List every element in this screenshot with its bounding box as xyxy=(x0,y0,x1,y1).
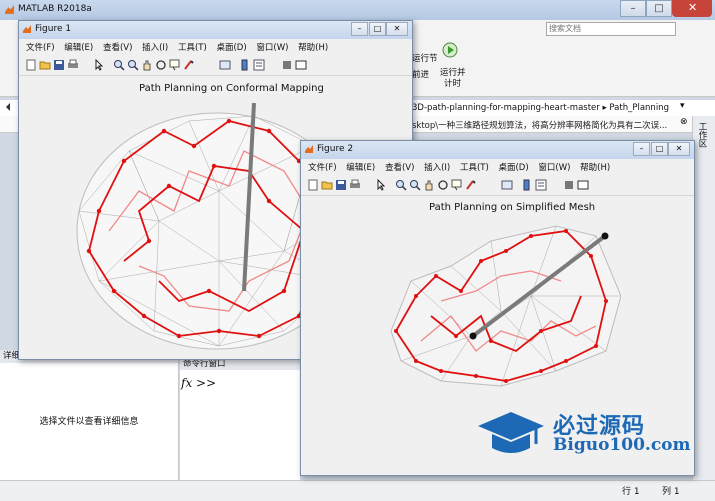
figure2-mesh-plot[interactable] xyxy=(381,221,621,391)
dock-icon[interactable] xyxy=(295,59,307,71)
path-warning-text: sktop\一种三维路径规划算法，将高分辨率网格简化为具有二次误... xyxy=(412,121,668,131)
figure2-close-button[interactable]: ✕ xyxy=(668,142,690,156)
current-folder-path[interactable]: 3D-path-planning-for-mapping-heart-maste… xyxy=(412,103,669,113)
open-file-icon[interactable] xyxy=(39,59,51,71)
menu-view[interactable]: 查看(V) xyxy=(385,161,414,176)
menu-insert[interactable]: 插入(I) xyxy=(142,41,168,56)
figure1-title: Figure 1 xyxy=(35,24,72,34)
save-icon[interactable] xyxy=(335,179,347,191)
figure1-logo-icon xyxy=(23,25,31,33)
link-plot-icon[interactable] xyxy=(219,59,231,71)
matlab-logo-icon xyxy=(5,5,14,14)
new-figure-icon[interactable] xyxy=(307,179,319,191)
main-titlebar xyxy=(0,0,715,20)
window-title: MATLAB R2018a xyxy=(18,4,92,14)
maximize-button[interactable]: □ xyxy=(646,0,672,17)
dock-icon[interactable] xyxy=(577,179,589,191)
figure1-minimize-button[interactable]: – xyxy=(351,22,368,36)
menu-file[interactable]: 文件(F) xyxy=(308,161,337,176)
open-file-icon[interactable] xyxy=(321,179,333,191)
menu-view[interactable]: 查看(V) xyxy=(103,41,132,56)
menu-desktop[interactable]: 桌面(D) xyxy=(498,161,528,176)
pan-icon[interactable] xyxy=(141,59,153,71)
close-icon: ✕ xyxy=(688,1,698,14)
zoom-out-icon[interactable] xyxy=(127,59,139,71)
workspace-tab[interactable]: 工作区 xyxy=(696,122,708,148)
warning-close-icon[interactable]: ⊗ xyxy=(680,117,688,127)
brush-icon[interactable] xyxy=(465,179,477,191)
figure2-minimize-button[interactable]: – xyxy=(633,142,650,156)
figure2-menubar: 文件(F) 编辑(E) 查看(V) 插入(I) 工具(T) 桌面(D) 窗口(W… xyxy=(301,161,694,176)
zoom-out-icon[interactable] xyxy=(409,179,421,191)
status-row: 行 1 xyxy=(622,487,640,497)
menu-file[interactable]: 文件(F) xyxy=(26,41,55,56)
menu-help[interactable]: 帮助(H) xyxy=(298,41,328,56)
run-section-label[interactable]: 运行节 xyxy=(412,52,438,64)
new-figure-icon[interactable] xyxy=(25,59,37,71)
pointer-icon[interactable] xyxy=(93,59,105,71)
watermark-domain: Biguo100.com xyxy=(553,435,691,455)
brush-icon[interactable] xyxy=(183,59,195,71)
print-icon[interactable] xyxy=(349,179,361,191)
figure2-title: Figure 2 xyxy=(317,144,354,154)
workspace-panel xyxy=(692,116,715,480)
figure2-maximize-button[interactable]: □ xyxy=(651,142,668,156)
link-plot-icon[interactable] xyxy=(501,179,513,191)
save-icon[interactable] xyxy=(53,59,65,71)
zoom-in-icon[interactable] xyxy=(395,179,407,191)
run-and-time-icon[interactable] xyxy=(442,42,458,58)
colorbar-icon[interactable] xyxy=(521,179,533,191)
command-prompt[interactable]: fx >> xyxy=(181,376,216,390)
menu-edit[interactable]: 编辑(E) xyxy=(64,41,93,56)
collapse-arrow-icon[interactable] xyxy=(4,102,12,112)
zoom-in-icon[interactable] xyxy=(113,59,125,71)
menu-window[interactable]: 窗口(W) xyxy=(538,161,570,176)
rotate-icon[interactable] xyxy=(155,59,167,71)
legend-icon[interactable] xyxy=(535,179,547,191)
figure1-menubar: 文件(F) 编辑(E) 查看(V) 插入(I) 工具(T) 桌面(D) 窗口(W… xyxy=(19,41,412,56)
print-icon[interactable] xyxy=(67,59,79,71)
data-cursor-icon[interactable] xyxy=(169,59,181,71)
menu-tools[interactable]: 工具(T) xyxy=(460,161,489,176)
status-col: 列 1 xyxy=(662,487,680,497)
figure1-close-button[interactable]: ✕ xyxy=(386,22,408,36)
hide-tools-icon[interactable] xyxy=(563,179,575,191)
status-bar xyxy=(0,480,715,501)
menu-edit[interactable]: 编辑(E) xyxy=(346,161,375,176)
figure2-plot-title: Path Planning on Simplified Mesh xyxy=(429,202,596,213)
figure2-logo-icon xyxy=(305,145,313,153)
watermark-logo-icon xyxy=(478,412,544,453)
menu-tools[interactable]: 工具(T) xyxy=(178,41,207,56)
menu-insert[interactable]: 插入(I) xyxy=(424,161,450,176)
details-message: 选择文件以查看详细信息 xyxy=(39,417,139,427)
pointer-icon[interactable] xyxy=(375,179,387,191)
data-cursor-icon[interactable] xyxy=(451,179,463,191)
figure1-maximize-button[interactable]: □ xyxy=(369,22,386,36)
minimize-button[interactable]: – xyxy=(620,0,646,17)
advance-label[interactable]: 前进 xyxy=(412,68,429,80)
menu-window[interactable]: 窗口(W) xyxy=(256,41,288,56)
path-dropdown-icon[interactable]: ▾ xyxy=(680,101,685,111)
colorbar-icon[interactable] xyxy=(239,59,251,71)
pan-icon[interactable] xyxy=(423,179,435,191)
run-time-label-2[interactable]: 计时 xyxy=(444,77,461,89)
menu-desktop[interactable]: 桌面(D) xyxy=(216,41,246,56)
hide-tools-icon[interactable] xyxy=(281,59,293,71)
rotate-icon[interactable] xyxy=(437,179,449,191)
search-input[interactable]: 搜索文档 xyxy=(546,22,676,36)
menu-help[interactable]: 帮助(H) xyxy=(580,161,610,176)
legend-icon[interactable] xyxy=(253,59,265,71)
close-button[interactable]: ✕ xyxy=(672,0,712,17)
